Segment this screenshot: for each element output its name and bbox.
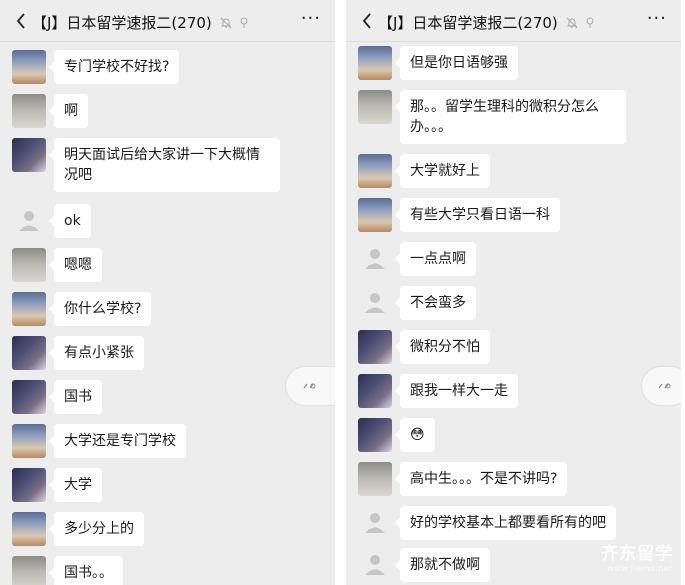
avatar[interactable] bbox=[358, 46, 392, 80]
chat-title: 【J】日本留学速报二(270) bbox=[378, 12, 595, 33]
back-arrow-icon[interactable] bbox=[14, 12, 28, 30]
message-bubble[interactable]: 跟我一样大一走 bbox=[395, 374, 518, 408]
message-bubble[interactable]: 你什么学校? bbox=[48, 292, 152, 326]
chat-title-text: 【J】日本留学速报二(270) bbox=[32, 14, 212, 32]
pin-icon bbox=[585, 15, 595, 33]
default-avatar-icon[interactable] bbox=[358, 506, 392, 540]
avatar[interactable] bbox=[12, 468, 46, 502]
message-bubble[interactable]: 但是你日语够强 bbox=[395, 46, 518, 80]
message-bubble[interactable]: 好的学校基本上都要看所有的吧 bbox=[395, 506, 616, 540]
avatar[interactable] bbox=[358, 90, 392, 124]
message-bubble[interactable]: 不会蛮多 bbox=[395, 286, 476, 320]
mute-bell-icon bbox=[220, 15, 232, 33]
message-bubble[interactable]: 明天面试后给大家讲一下大概情况吧 bbox=[49, 138, 280, 192]
chat-title: 【J】日本留学速报二(270) bbox=[32, 12, 249, 33]
message-bubble[interactable]: 多少分上的 bbox=[49, 512, 144, 546]
avatar[interactable] bbox=[12, 556, 46, 585]
floating-link-button[interactable] bbox=[285, 366, 335, 406]
chat-header: 【J】日本留学速报二(270) ··· bbox=[0, 0, 335, 42]
avatar[interactable] bbox=[12, 424, 46, 458]
message-bubble[interactable]: 大学还是专门学校 bbox=[49, 424, 186, 458]
message-bubble[interactable]: 国书 bbox=[49, 380, 102, 414]
message-bubble[interactable]: 那就不做啊 bbox=[395, 548, 490, 582]
avatar[interactable] bbox=[358, 330, 392, 364]
message-bubble[interactable]: ok bbox=[49, 204, 91, 238]
avatar[interactable] bbox=[358, 418, 392, 452]
mute-bell-icon bbox=[566, 15, 578, 33]
message-bubble[interactable]: 大学 bbox=[49, 468, 102, 502]
message-bubble[interactable]: 大学就好上 bbox=[395, 154, 490, 188]
default-avatar-icon[interactable] bbox=[12, 204, 46, 238]
avatar[interactable] bbox=[358, 154, 392, 188]
message-bubble-emoji[interactable]: 😳 bbox=[395, 418, 435, 452]
link-icon bbox=[303, 383, 315, 389]
watermark: 齐东留学 www.jiemo.net bbox=[601, 539, 673, 573]
more-options-icon[interactable]: ··· bbox=[647, 10, 667, 28]
watermark-url: www.jiemo.net bbox=[607, 564, 673, 573]
avatar[interactable] bbox=[12, 292, 46, 326]
avatar[interactable] bbox=[12, 94, 46, 128]
message-bubble[interactable]: 专门学校不好找? bbox=[48, 50, 180, 84]
message-bubble[interactable]: 高中生。。。不是不讲吗? bbox=[394, 462, 568, 496]
avatar[interactable] bbox=[12, 380, 46, 414]
more-options-icon[interactable]: ··· bbox=[301, 10, 321, 28]
avatar[interactable] bbox=[358, 374, 392, 408]
message-bubble[interactable]: 那。。留学生理科的微积分怎么办。。。 bbox=[395, 90, 626, 144]
default-avatar-icon[interactable] bbox=[358, 548, 392, 582]
avatar[interactable] bbox=[12, 138, 46, 172]
default-avatar-icon[interactable] bbox=[358, 242, 392, 276]
avatar[interactable] bbox=[12, 336, 46, 370]
back-arrow-icon[interactable] bbox=[360, 12, 374, 30]
chat-title-text: 【J】日本留学速报二(270) bbox=[378, 14, 558, 32]
avatar[interactable] bbox=[12, 50, 46, 84]
chat-panel-right: 【J】日本留学速报二(270) ··· 但是你日语够强 那。。留学生理科的微积分… bbox=[346, 0, 681, 585]
avatar[interactable] bbox=[12, 512, 46, 546]
pin-icon bbox=[239, 15, 249, 33]
message-bubble[interactable]: 微积分不怕 bbox=[395, 330, 490, 364]
message-bubble[interactable]: 嗯嗯 bbox=[49, 248, 102, 282]
message-bubble[interactable]: 一点点啊 bbox=[395, 242, 476, 276]
message-bubble[interactable]: 有些大学只看日语一科 bbox=[395, 198, 560, 232]
default-avatar-icon[interactable] bbox=[358, 286, 392, 320]
floating-link-button[interactable] bbox=[641, 366, 681, 406]
chat-header: 【J】日本留学速报二(270) ··· bbox=[346, 0, 681, 42]
avatar[interactable] bbox=[358, 198, 392, 232]
chat-panel-left: 【J】日本留学速报二(270) ··· 专门学校不好找? 啊 明天面试后给大家讲… bbox=[0, 0, 335, 585]
message-bubble[interactable]: 有点小紧张 bbox=[49, 336, 144, 370]
avatar[interactable] bbox=[12, 248, 46, 282]
link-icon bbox=[658, 383, 671, 389]
message-bubble[interactable]: 国书。。 bbox=[49, 556, 123, 585]
message-bubble[interactable]: 啊 bbox=[49, 94, 88, 128]
watermark-logo-text: 齐东留学 bbox=[601, 544, 673, 564]
avatar[interactable] bbox=[358, 462, 392, 496]
